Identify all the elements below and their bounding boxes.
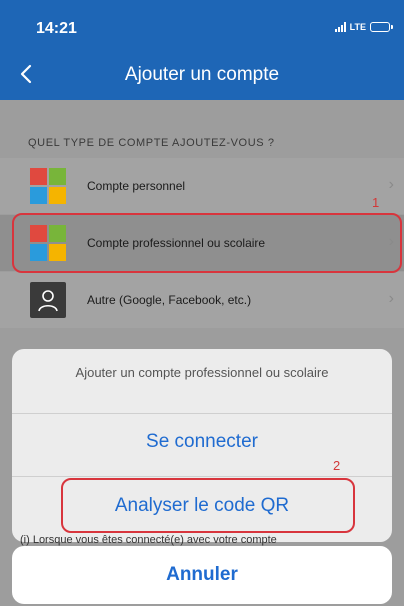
section-label: QUEL TYPE DE COMPTE AJOUTEZ-VOUS ? [28, 137, 275, 149]
status-indicators: LTE [334, 22, 393, 32]
account-option-label: Compte personnel [87, 179, 186, 193]
annotation-step-2: 2 [333, 458, 341, 473]
annotation-highlight-2 [61, 478, 355, 533]
page-title: Ajouter un compte [124, 64, 280, 85]
sign-in-button[interactable]: Se connecter [12, 431, 392, 453]
cancel-button[interactable]: Annuler [12, 546, 392, 604]
signal-icon [334, 22, 346, 32]
status-time: 14:21 [36, 20, 77, 37]
microsoft-logo-icon [30, 168, 66, 204]
divider [12, 476, 392, 477]
account-option-personal[interactable]: Compte personnel › [0, 158, 404, 214]
divider [12, 413, 392, 414]
action-sheet-title: Ajouter un compte professionnel ou scola… [75, 365, 329, 380]
app-header: 14:21 LTE Ajouter un compte [0, 0, 404, 100]
account-option-label: Autre (Google, Facebook, etc.) [87, 293, 252, 307]
person-icon [30, 282, 66, 318]
network-type: LTE [349, 22, 366, 32]
battery-icon [370, 22, 393, 32]
chevron-right-icon: › [388, 176, 394, 193]
chevron-right-icon: › [388, 290, 394, 307]
annotation-step-1: 1 [372, 195, 380, 210]
account-option-other[interactable]: Autre (Google, Facebook, etc.) › [0, 272, 404, 328]
annotation-highlight-1 [12, 213, 402, 273]
info-footnote: (i) Lorsque vous êtes connecté(e) avec v… [20, 534, 277, 546]
